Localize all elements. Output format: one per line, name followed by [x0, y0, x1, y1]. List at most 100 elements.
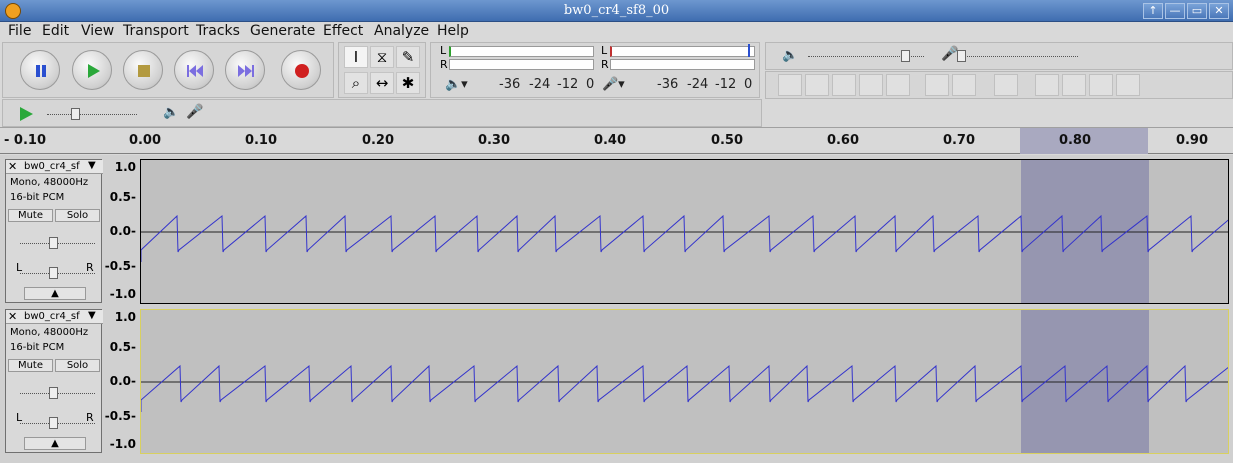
cut-icon[interactable] [778, 74, 802, 96]
zoom-tool-icon[interactable]: ⌕ [344, 72, 368, 94]
track-2-vertical-scale: 1.0 0.5- 0.0- -0.5- -1.0 [104, 309, 140, 454]
redo-icon[interactable] [952, 74, 976, 96]
sync-lock-icon[interactable] [994, 74, 1018, 96]
meter-rec-right-label: R [601, 58, 609, 71]
skip-start-button[interactable] [174, 50, 214, 90]
microphone-small-icon[interactable]: 🎤 [186, 104, 203, 120]
menu-transport[interactable]: Transport [123, 23, 189, 39]
ruler-tick: 0.10 [244, 133, 278, 148]
menu-tracks[interactable]: Tracks [196, 23, 240, 39]
timeline-ruler[interactable]: - 0.10 0.00 0.10 0.20 0.30 0.40 0.50 0.6… [0, 127, 1233, 154]
track-2-solo-button[interactable]: Solo [55, 359, 100, 372]
track-2-mute-button[interactable]: Mute [8, 359, 53, 372]
waveform-line [141, 214, 1228, 262]
stop-button[interactable] [123, 50, 163, 90]
track-2-bits: 16-bit PCM [10, 342, 65, 353]
menu-effect[interactable]: Effect [323, 23, 363, 39]
record-button[interactable] [281, 50, 321, 90]
track-1-vertical-scale: 1.0 0.5- 0.0- -0.5- -1.0 [104, 159, 140, 304]
fit-project-icon[interactable] [1116, 74, 1140, 96]
copy-icon[interactable] [805, 74, 829, 96]
menu-analyze[interactable]: Analyze [374, 23, 429, 39]
track-2-gain-thumb[interactable] [49, 387, 58, 399]
keep-above-button[interactable]: ↑ [1143, 3, 1163, 19]
play-button[interactable] [72, 50, 112, 90]
menu-generate[interactable]: Generate [250, 23, 315, 39]
menu-edit[interactable]: Edit [42, 23, 69, 39]
track-2-name-bar[interactable]: ✕ bw0_cr4_sf ▼ [6, 310, 103, 324]
ruler-tick: 0.70 [942, 133, 976, 148]
track-1-solo-button[interactable]: Solo [55, 209, 100, 222]
play-meter-scale-4: 0 [586, 77, 595, 92]
speaker-icon[interactable]: 🔈▾ [445, 77, 468, 92]
transport-toolbar [2, 42, 334, 98]
skip-end-icon [238, 65, 254, 77]
window-title: bw0_cr4_sf8_00 [563, 3, 670, 18]
collapse-track-icon[interactable]: ▲ [24, 287, 86, 300]
menu-view[interactable]: View [81, 23, 114, 39]
scale-label: -1.0 [109, 287, 136, 301]
paste-icon[interactable] [832, 74, 856, 96]
track-2-format: Mono, 48000Hz [10, 327, 89, 338]
ruler-tick: 0.00 [128, 133, 162, 148]
title-bar: bw0_cr4_sf8_00 ↑ — ▭ ✕ [0, 0, 1233, 22]
draw-tool-icon[interactable]: ✎ [396, 46, 420, 68]
playback-meter-right [449, 59, 594, 70]
minimize-button[interactable]: — [1165, 3, 1185, 19]
track-1-gain-thumb[interactable] [49, 237, 58, 249]
microphone-icon[interactable]: 🎤▾ [602, 77, 625, 92]
track-1-name-bar[interactable]: ✕ bw0_cr4_sf ▼ [6, 160, 103, 174]
skip-end-button[interactable] [225, 50, 265, 90]
envelope-tool-icon[interactable]: ⧖ [370, 46, 394, 68]
track-close-icon[interactable]: ✕ [8, 160, 17, 173]
track-menu-icon[interactable]: ▼ [88, 310, 96, 321]
track-close-icon[interactable]: ✕ [8, 310, 17, 323]
pause-button[interactable] [20, 50, 60, 90]
track-1-waveform[interactable] [140, 159, 1229, 304]
zoom-in-icon[interactable] [1035, 74, 1059, 96]
zoom-out-icon[interactable] [1062, 74, 1086, 96]
speed-slider[interactable] [47, 114, 137, 115]
track-2-waveform[interactable] [140, 309, 1229, 454]
speed-slider-thumb[interactable] [71, 108, 80, 120]
waveform-line [141, 364, 1228, 412]
multi-tool-icon[interactable]: ✱ [396, 72, 420, 94]
meter-rec-left-label: L [601, 44, 608, 57]
input-volume-icon: 🎤 [941, 46, 959, 62]
waveform-1-svg [141, 214, 1228, 262]
input-volume-thumb[interactable] [957, 50, 966, 62]
rec-meter-scale-3: -12 [715, 77, 737, 92]
meter-play-left-label: L [440, 44, 447, 57]
track-1-pan-thumb[interactable] [49, 267, 58, 279]
meter-toolbar: L R L R 🔈▾ -36 -24 -12 0 🎤▾ -36 -24 -12 … [430, 42, 760, 98]
record-meter-peak [748, 44, 750, 57]
selection-tool-icon[interactable]: I [344, 46, 368, 68]
track-menu-icon[interactable]: ▼ [88, 160, 96, 171]
maximize-button[interactable]: ▭ [1187, 3, 1207, 19]
play-at-speed-toolbar: 🔈 🎤 [2, 99, 762, 127]
rec-meter-scale-4: 0 [744, 77, 753, 92]
scale-label: -0.5- [104, 259, 136, 273]
collapse-track-icon[interactable]: ▲ [24, 437, 86, 450]
menu-file[interactable]: File [8, 23, 31, 39]
meter-play-right-label: R [440, 58, 448, 71]
pause-icon [36, 65, 46, 77]
track-1-mute-button[interactable]: Mute [8, 209, 53, 222]
speaker-small-icon[interactable]: 🔈 [163, 105, 179, 120]
play-at-speed-icon[interactable] [17, 105, 35, 123]
silence-icon[interactable] [886, 74, 910, 96]
timeshift-tool-icon[interactable]: ↔ [370, 72, 394, 94]
fit-selection-icon[interactable] [1089, 74, 1113, 96]
ruler-tick: 0.40 [593, 133, 627, 148]
play-meter-scale-2: -24 [529, 77, 551, 92]
trim-icon[interactable] [859, 74, 883, 96]
play-icon [88, 64, 100, 78]
menu-help[interactable]: Help [437, 23, 469, 39]
undo-icon[interactable] [925, 74, 949, 96]
ruler-tick: 0.30 [477, 133, 511, 148]
close-button[interactable]: ✕ [1209, 3, 1229, 19]
menu-bar: File Edit View Transport Tracks Generate… [0, 22, 1233, 42]
input-volume-slider[interactable] [960, 56, 1078, 57]
track-2-pan-thumb[interactable] [49, 417, 58, 429]
output-volume-thumb[interactable] [901, 50, 910, 62]
